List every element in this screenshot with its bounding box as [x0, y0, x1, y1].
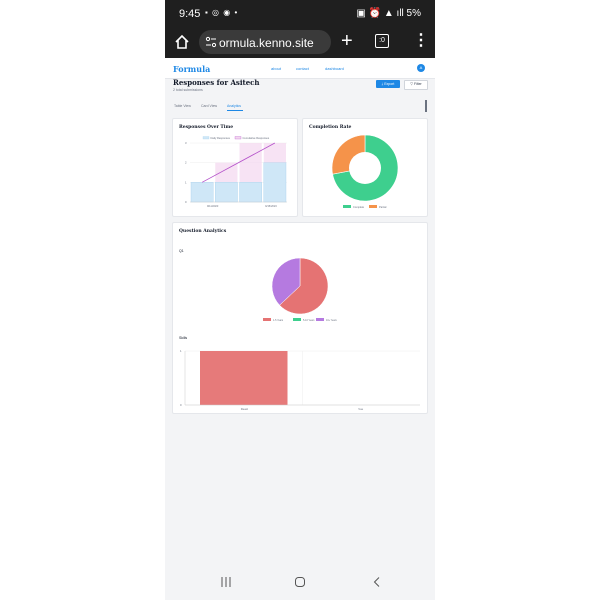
y-tick-label: 2	[185, 161, 187, 165]
phone-screen: 9:45 ▪ ◎ ◉ • ▣ ⏰ ▲ ıll 5% ormula.kenno.s…	[165, 0, 435, 600]
responses-over-time-card: Responses Over Time 0 1 2 3 9/11/2023 9/15/20…	[172, 118, 298, 217]
export-button[interactable]: ⤓ Export	[376, 80, 400, 88]
daily-bar	[263, 162, 287, 203]
web-page: Formula about contact dashboard A Respon…	[165, 58, 435, 568]
legend-label: 10+ Years	[326, 319, 338, 322]
avatar[interactable]: A	[417, 64, 425, 72]
filter-button[interactable]: ▽ Filter	[404, 80, 428, 90]
status-bar: 9:45 ▪ ◎ ◉ • ▣ ⏰ ▲ ıll 5%	[165, 0, 435, 28]
question-label: Skills	[179, 336, 188, 340]
legend-swatch	[293, 318, 301, 321]
page-subtitle: 2 total submissions	[173, 88, 203, 92]
legend-label: Partial	[379, 205, 387, 209]
legend-label: 1-5 Years	[273, 319, 284, 322]
tab-table-view[interactable]: Table View	[174, 104, 191, 108]
legend-swatch	[234, 136, 242, 140]
site-logo[interactable]: Formula	[173, 64, 210, 74]
recent-apps-icon[interactable]	[220, 576, 232, 588]
legend-label: Cumulative Responses	[243, 136, 270, 140]
legend-swatch	[263, 318, 271, 321]
site-navbar: Formula about contact dashboard A	[165, 58, 435, 79]
x-tick-label: 9/15/2023	[265, 204, 277, 208]
responses-over-time-chart: 0 1 2 3 9/11/2023 9/15/2023 Daily Responses Cum…	[185, 136, 287, 208]
legend-label: Daily Responses	[211, 136, 231, 140]
card-title: Question Analytics	[179, 229, 227, 234]
more-menu-icon[interactable]: ⋮	[413, 32, 429, 50]
active-tab-indicator	[227, 110, 243, 111]
skills-bar	[200, 351, 288, 405]
status-time: 9:45	[179, 8, 201, 20]
url-text: ormula.kenno.site	[219, 36, 314, 50]
scrollbar-thumb[interactable]	[425, 100, 427, 112]
y-tick-label: 0	[185, 200, 187, 204]
daily-bar	[215, 182, 238, 203]
legend-label: Complete	[353, 205, 365, 209]
q1-pie-chart: 1-5 Years 5-10 Years 10+ Years	[263, 257, 338, 322]
home-button-icon[interactable]	[294, 576, 306, 588]
tab-analytics[interactable]: Analytics	[227, 104, 241, 108]
notification-icons: ▪ ◎ ◉ •	[205, 8, 239, 17]
y-tick-label: 0	[180, 403, 182, 407]
browser-toolbar: ormula.kenno.site + :0 ⋮	[165, 28, 435, 58]
legend-swatch	[316, 318, 324, 321]
completion-rate-card: Completion Rate Complete Partial	[302, 118, 428, 217]
legend-swatch	[343, 205, 351, 208]
nav-link-contact[interactable]: contact	[296, 66, 309, 71]
y-tick-label: 3	[185, 141, 187, 145]
tab-switcher-button[interactable]: :0	[375, 34, 389, 48]
legend-swatch	[202, 136, 210, 140]
tab-card-view[interactable]: Card View	[201, 104, 217, 108]
daily-bar	[239, 182, 262, 203]
y-tick-label: 1	[185, 180, 187, 184]
home-icon[interactable]	[174, 34, 190, 50]
page-title: Responses for Asitech	[173, 78, 260, 87]
address-bar[interactable]: ormula.kenno.site	[199, 30, 331, 54]
question-analytics-card: Question Analytics Q1 1-5 Years 5-10 Year…	[172, 222, 428, 414]
nav-link-dashboard[interactable]: dashboard	[325, 66, 344, 71]
android-nav-bar	[165, 568, 435, 600]
skills-bar-chart: 0 1 React Vue	[180, 349, 420, 411]
new-tab-icon[interactable]: +	[341, 31, 353, 51]
y-tick-label: 1	[180, 349, 182, 353]
donut-hole	[349, 152, 381, 184]
x-tick-label: Vue	[358, 407, 363, 411]
back-icon[interactable]	[371, 576, 383, 588]
legend-label: 5-10 Years	[303, 319, 315, 322]
battery-indicator: ▣ ⏰ ▲ ıll 5%	[356, 8, 421, 19]
x-tick-label: React	[241, 407, 249, 411]
completion-rate-chart: Complete Partial	[331, 134, 399, 209]
site-settings-icon[interactable]	[204, 35, 218, 49]
legend-swatch	[369, 205, 377, 208]
x-tick-label: 9/11/2023	[207, 204, 219, 208]
daily-bar	[190, 182, 214, 203]
nav-link-about[interactable]: about	[271, 66, 281, 71]
